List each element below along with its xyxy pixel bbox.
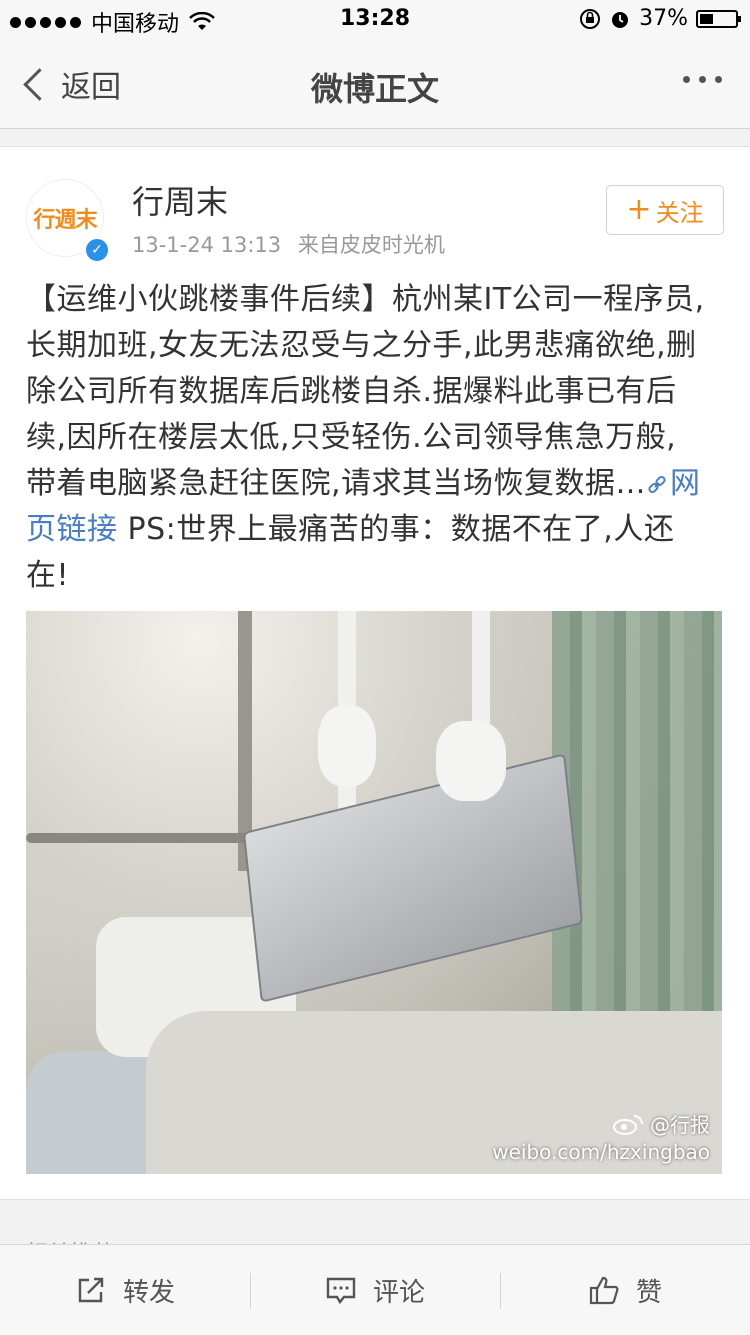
follow-button[interactable]: + 关注 xyxy=(606,185,724,235)
repost-button[interactable]: 转发 xyxy=(0,1245,250,1335)
repost-icon xyxy=(78,1277,104,1303)
like-label: 赞 xyxy=(635,1277,662,1308)
orientation-lock-icon xyxy=(580,8,601,29)
comment-icon xyxy=(326,1277,356,1305)
link-icon xyxy=(648,475,666,493)
post-source: 来自皮皮时光机 xyxy=(297,233,445,257)
post-body: 【运维小伙跳楼事件后续】杭州某IT公司一程序员,长期加班,女友无法忍受与之分手,… xyxy=(26,277,706,599)
image-watermark-handle: @行报 xyxy=(612,1109,710,1138)
repost-label: 转发 xyxy=(122,1277,175,1308)
battery-icon xyxy=(696,9,741,28)
post-image[interactable]: @行报 weibo.com/hzxingbao xyxy=(26,611,722,1174)
follow-label: 关注 xyxy=(655,198,704,227)
more-dot xyxy=(683,76,690,83)
more-options-button[interactable] xyxy=(683,76,722,83)
page-title: 微博正文 xyxy=(310,70,439,108)
more-dot xyxy=(699,76,706,83)
post-text-main: 【运维小伙跳楼事件后续】杭州某IT公司一程序员,长期加班,女友无法忍受与之分手,… xyxy=(26,282,705,501)
avatar-logo-text: 行週末 xyxy=(33,208,97,233)
username[interactable]: 行周末 xyxy=(132,177,228,223)
post-timestamp: 13-1-24 13:13 xyxy=(132,233,282,257)
image-watermark-url: weibo.com/hzxingbao xyxy=(492,1140,710,1164)
comment-label: 评论 xyxy=(372,1277,425,1308)
battery-percent: 37% xyxy=(639,6,688,31)
navigation-bar: 返回 微博正文 xyxy=(0,40,750,129)
comment-button[interactable]: 评论 xyxy=(250,1245,500,1335)
alarm-icon xyxy=(612,11,629,28)
bottom-toolbar: 转发 评论 赞 xyxy=(0,1244,750,1335)
like-button[interactable]: 赞 xyxy=(500,1245,750,1335)
post-meta: 13-1-24 13:13 来自皮皮时光机 xyxy=(132,229,445,259)
more-dot xyxy=(715,76,722,83)
post-card: 行週末 ✓ 行周末 13-1-24 13:13 来自皮皮时光机 + 关注 【运维… xyxy=(0,146,750,1200)
post-text-ps: PS:世界上最痛苦的事：数据不在了,人还在! xyxy=(26,512,675,593)
weibo-logo-icon xyxy=(613,1114,643,1135)
verified-badge-icon: ✓ xyxy=(84,237,110,263)
status-right: 37% xyxy=(579,6,741,31)
status-bar: 中国移动 13:28 37% xyxy=(0,0,750,40)
plus-icon: + xyxy=(626,192,652,227)
thumbs-up-icon xyxy=(589,1276,619,1305)
